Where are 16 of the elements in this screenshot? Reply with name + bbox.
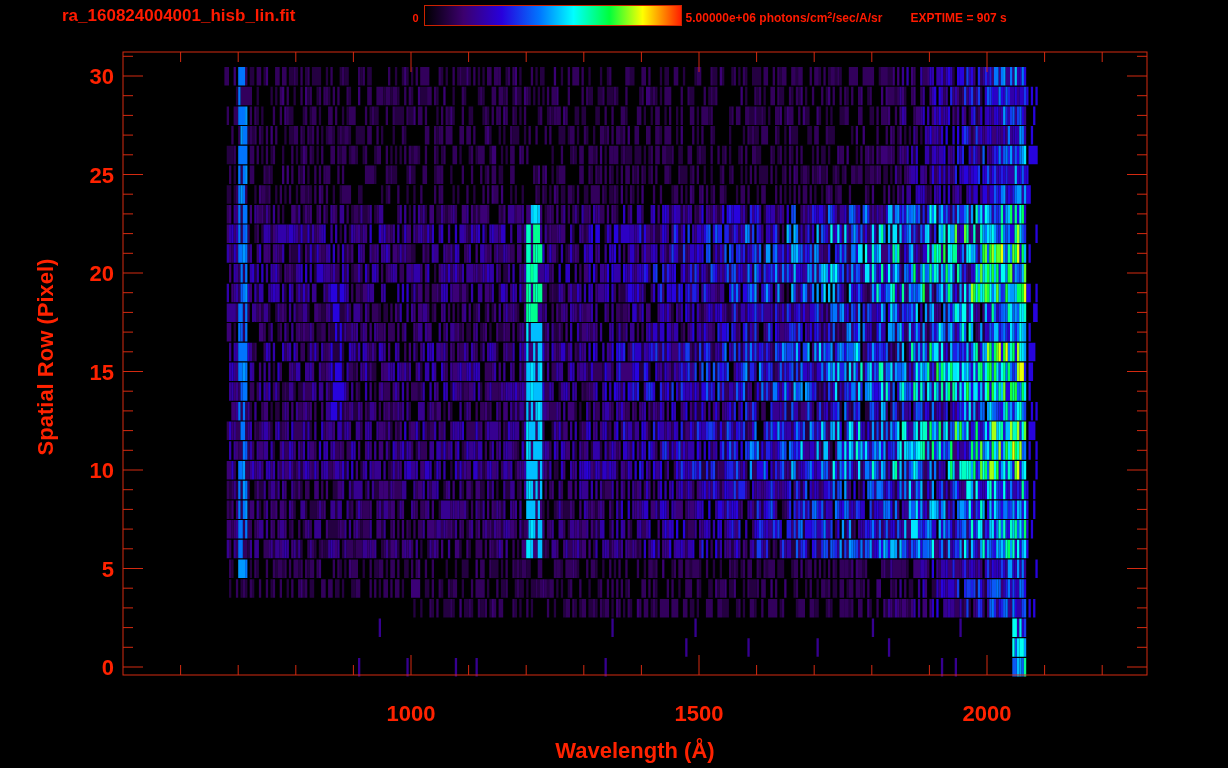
x-axis-title: Wavelength (Å) xyxy=(555,738,715,763)
y-tick-label: 20 xyxy=(89,261,114,286)
x-tick-label: 2000 xyxy=(962,701,1012,726)
y-tick-label: 15 xyxy=(89,359,114,385)
x-tick-label: 1500 xyxy=(674,701,724,726)
y-tick-label: 30 xyxy=(89,64,114,89)
colorbar-max-label: 5.00000e+06 photons/cm$^{2}$/sec/A/sr xyxy=(685,12,883,24)
y-tick-label: 25 xyxy=(89,162,114,188)
y-tick-label: 0 xyxy=(101,655,114,680)
y-axis-title: Spatial Row (Pixel) xyxy=(33,258,58,456)
x-tick-label: 1000 xyxy=(386,701,436,726)
plot-title: ra_160824004001_hisb_lin.fit xyxy=(62,7,296,24)
exptime-label: EXPTIME = 907 s xyxy=(910,12,1007,24)
y-tick-label: 5 xyxy=(101,556,114,582)
colorbar-min-label: 0 xyxy=(412,13,419,24)
y-tick-label: 10 xyxy=(89,458,114,483)
